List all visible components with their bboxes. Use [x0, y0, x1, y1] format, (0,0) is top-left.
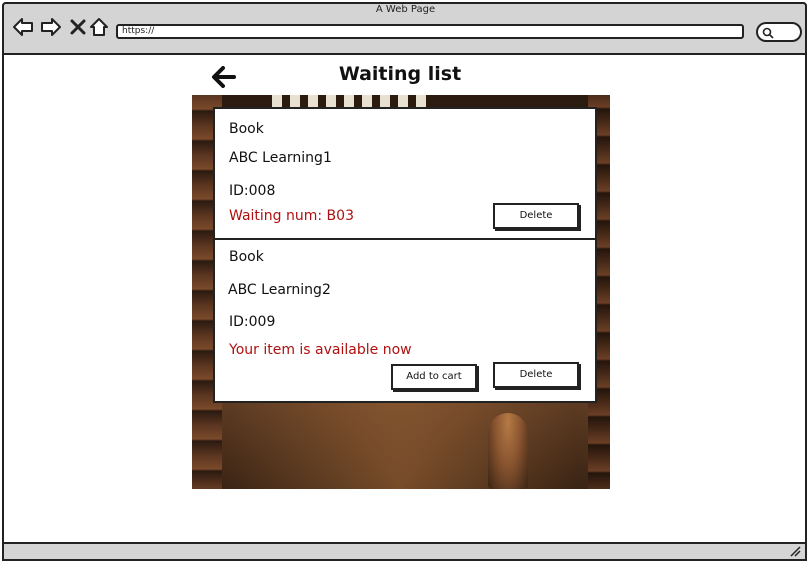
waiting-item-card: Book ABC Learning2 ID:009 Your item is a… [213, 238, 597, 403]
back-nav-icon[interactable] [12, 16, 34, 38]
search-box[interactable] [756, 22, 802, 42]
forward-nav-icon[interactable] [40, 16, 62, 38]
page-title: Waiting list [338, 63, 462, 85]
resize-grip-icon[interactable] [789, 545, 801, 557]
item-id: ID:009 [229, 314, 276, 330]
item-category: Book [229, 249, 264, 265]
back-arrow-icon[interactable] [212, 66, 236, 88]
close-icon[interactable] [67, 16, 89, 38]
status-bar [2, 542, 807, 561]
item-id: ID:008 [229, 183, 276, 199]
availability-status: Your item is available now [229, 342, 412, 358]
add-to-cart-button[interactable]: Add to cart [391, 364, 477, 390]
waiting-item-card: Book ABC Learning1 ID:008 Waiting num: B… [213, 107, 597, 240]
item-name: ABC Learning1 [229, 150, 332, 166]
search-icon [762, 27, 774, 39]
ceiling-beams [272, 95, 432, 107]
url-input[interactable]: https:// [116, 24, 744, 39]
item-category: Book [229, 121, 264, 137]
item-name: ABC Learning2 [228, 282, 331, 298]
waiting-number: Waiting num: B03 [229, 208, 354, 224]
delete-button[interactable]: Delete [493, 203, 579, 229]
home-icon[interactable] [88, 16, 110, 38]
delete-button[interactable]: Delete [493, 362, 579, 388]
newel-post [488, 413, 528, 489]
window-title: A Web Page [375, 4, 436, 15]
